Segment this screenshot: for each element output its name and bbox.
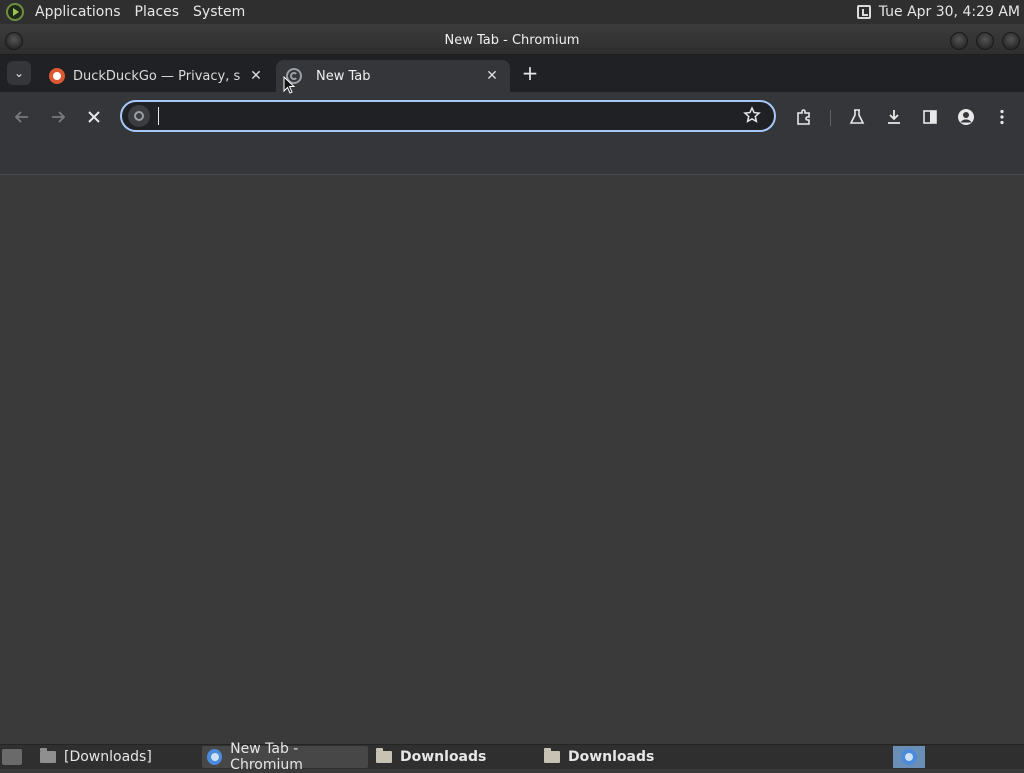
system-menu[interactable]: System xyxy=(186,4,252,20)
tab-new-tab[interactable]: New Tab ✕ xyxy=(276,60,510,92)
forward-arrow-icon xyxy=(52,111,66,123)
side-panel-icon xyxy=(923,110,937,124)
show-desktop-icon[interactable] xyxy=(2,749,22,765)
taskbar-item-label: Downloads xyxy=(400,749,487,765)
tab-duckduckgo[interactable]: DuckDuckGo — Privacy, simp ✕ xyxy=(40,60,274,92)
downloads-button[interactable] xyxy=(882,105,906,129)
taskbar-item-downloads-2[interactable]: Downloads xyxy=(540,746,702,768)
taskbar-item-label: Downloads xyxy=(568,749,655,765)
tab-search-button[interactable]: ⌄ xyxy=(7,61,31,85)
maximize-window-button[interactable] xyxy=(976,32,994,50)
taskbar-item-downloads[interactable]: Downloads xyxy=(372,746,534,768)
chromium-icon xyxy=(207,749,223,765)
workspace-switcher[interactable] xyxy=(893,746,925,768)
labs-button[interactable] xyxy=(845,105,869,129)
window-titlebar[interactable]: New Tab - Chromium xyxy=(0,26,1024,55)
site-info-icon xyxy=(134,111,144,121)
top-panel: Applications Places System Tue Apr 30, 4… xyxy=(0,0,1024,24)
toolbar-separator xyxy=(830,110,831,126)
menu-icon xyxy=(1000,109,1004,125)
clock-area[interactable]: Tue Apr 30, 4:29 AM xyxy=(856,0,1020,24)
forward-button[interactable] xyxy=(46,105,70,129)
bookmarks-bar xyxy=(0,142,1024,175)
download-icon xyxy=(888,110,900,124)
back-arrow-icon xyxy=(14,111,28,123)
places-menu[interactable]: Places xyxy=(128,4,187,20)
tab-title: DuckDuckGo — Privacy, simp xyxy=(73,68,241,84)
notes-icon[interactable] xyxy=(856,5,871,19)
duckduckgo-icon xyxy=(49,68,65,84)
applications-menu[interactable]: Applications xyxy=(28,4,128,20)
plus-icon: + xyxy=(521,61,539,85)
new-tab-button[interactable]: + xyxy=(519,61,541,85)
chromium-icon xyxy=(901,749,917,765)
window-title: New Tab - Chromium xyxy=(444,32,580,48)
bookmark-button[interactable] xyxy=(742,106,762,126)
bottom-panel: [Downloads] New Tab - Chromium Downloads… xyxy=(0,741,1024,773)
address-bar[interactable] xyxy=(120,100,776,132)
window-menu-icon[interactable] xyxy=(5,32,23,50)
side-panel-button[interactable] xyxy=(918,105,942,129)
profile-icon xyxy=(958,109,974,125)
extensions-icon xyxy=(797,109,810,125)
taskbar-item-label: New Tab - Chromium xyxy=(230,741,303,773)
tab-title: New Tab xyxy=(316,68,371,84)
address-input[interactable] xyxy=(156,105,730,129)
clock-datetime[interactable]: Tue Apr 30, 4:29 AM xyxy=(879,4,1020,20)
profile-button[interactable] xyxy=(954,105,978,129)
site-info-button[interactable] xyxy=(128,105,150,127)
taskbar-item-downloads-minimized[interactable]: [Downloads] xyxy=(36,746,198,768)
close-tab-icon[interactable]: ✕ xyxy=(484,68,500,84)
close-tab-icon[interactable]: ✕ xyxy=(248,68,264,84)
bookmark-star-icon xyxy=(743,106,761,123)
tab-strip: ⌄ DuckDuckGo — Privacy, simp ✕ New Tab ✕… xyxy=(0,55,1024,92)
main-menu: Applications Places System xyxy=(6,3,252,21)
extensions-button[interactable] xyxy=(792,105,816,129)
chevron-down-icon: ⌄ xyxy=(13,66,25,80)
folder-icon xyxy=(40,748,56,763)
back-button[interactable] xyxy=(10,105,34,129)
page-content[interactable] xyxy=(0,175,1024,743)
browser-toolbar xyxy=(0,92,1024,142)
taskbar-item-chromium[interactable]: New Tab - Chromium xyxy=(202,741,368,773)
stop-icon xyxy=(88,111,100,123)
distro-logo-icon[interactable] xyxy=(6,3,24,21)
minimize-window-button[interactable] xyxy=(950,32,968,50)
taskbar-item-label: [Downloads] xyxy=(64,749,152,765)
folder-icon xyxy=(544,748,560,763)
folder-icon xyxy=(376,748,392,763)
stop-loading-button[interactable] xyxy=(82,105,106,129)
text-caret xyxy=(158,107,159,125)
labs-icon xyxy=(849,109,865,124)
chrome-menu-button[interactable] xyxy=(990,105,1014,129)
close-window-button[interactable] xyxy=(1002,32,1020,50)
